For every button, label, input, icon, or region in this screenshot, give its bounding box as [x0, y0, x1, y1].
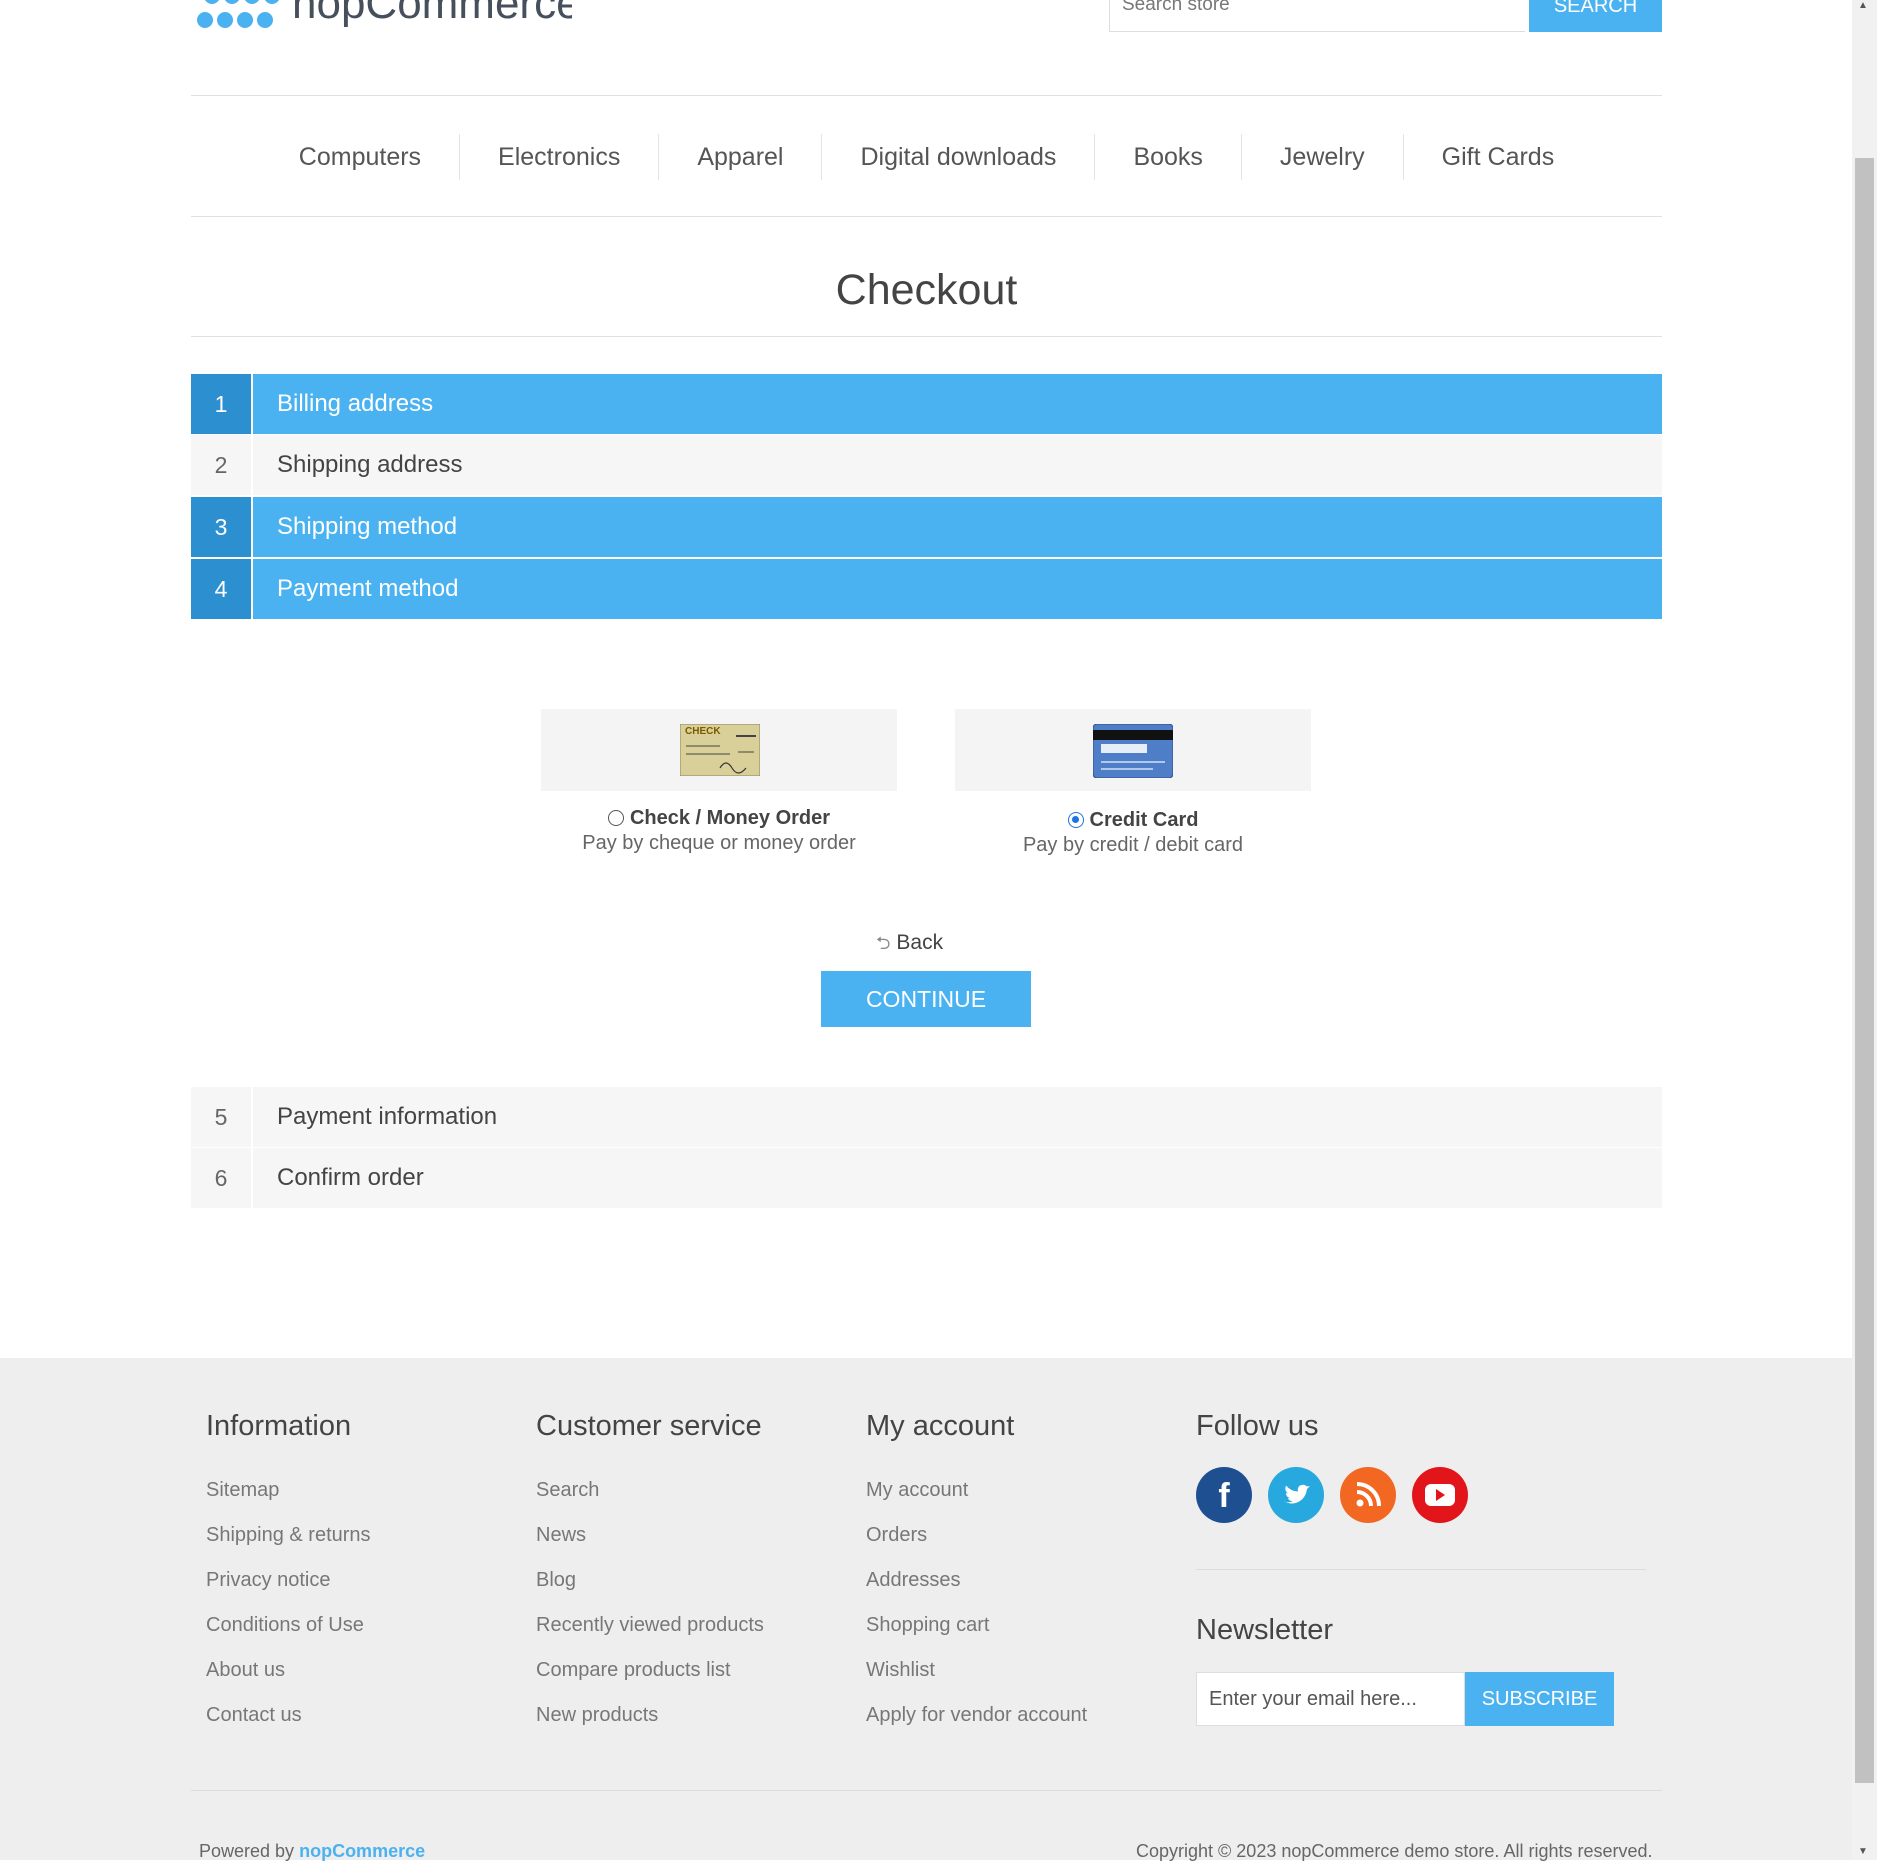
menu-item-computers[interactable]: Computers — [261, 134, 459, 180]
back-link[interactable]: ⮌ Back — [876, 931, 943, 961]
search-input[interactable]: Search store — [1109, 0, 1525, 32]
search-placeholder: Search store — [1122, 0, 1230, 15]
svg-text:CHECK: CHECK — [685, 726, 721, 737]
step-title: Payment method — [277, 575, 459, 602]
footer-link-about-us[interactable]: About us — [206, 1658, 371, 1703]
menu-item-gift-cards[interactable]: Gift Cards — [1402, 133, 1593, 180]
menu-divider — [191, 216, 1662, 217]
footer-link-orders[interactable]: Orders — [866, 1523, 1087, 1568]
step-shipping-address[interactable]: 2 Shipping address — [191, 435, 1662, 495]
footer-customer-service-list: Search News Blog Recently viewed product… — [536, 1478, 764, 1748]
step-title: Billing address — [277, 390, 434, 417]
footer-social-divider — [1196, 1569, 1646, 1570]
top-menu: Computers Electronics Apparel Digital do… — [191, 128, 1662, 185]
footer-link-blog[interactable]: Blog — [536, 1568, 764, 1613]
check-money-order-image[interactable]: CHECK — [541, 709, 897, 791]
menu-item-jewelry[interactable]: Jewelry — [1240, 133, 1403, 180]
footer-link-recently-viewed[interactable]: Recently viewed products — [536, 1613, 764, 1658]
step-number: 3 — [191, 497, 253, 557]
footer-bottom-divider — [191, 1790, 1662, 1791]
newsletter-title: Newsletter — [1196, 1614, 1333, 1646]
footer-link-search[interactable]: Search — [536, 1478, 764, 1523]
footer-my-account-list: My account Orders Addresses Shopping car… — [866, 1478, 1087, 1748]
footer-link-new-products[interactable]: New products — [536, 1703, 764, 1748]
step-billing-address[interactable]: 1 Billing address — [191, 374, 1662, 434]
footer-link-contact-us[interactable]: Contact us — [206, 1703, 371, 1748]
footer-follow-us-title: Follow us — [1196, 1410, 1319, 1442]
logo-dots-icon: nopCommerce — [197, 0, 581, 28]
step-title: Shipping address — [277, 451, 463, 478]
rss-icon[interactable] — [1340, 1467, 1396, 1523]
twitter-icon[interactable] — [1268, 1467, 1324, 1523]
youtube-icon[interactable] — [1412, 1467, 1468, 1523]
svg-text:f: f — [1218, 1477, 1230, 1515]
footer-link-privacy-notice[interactable]: Privacy notice — [206, 1568, 371, 1613]
step-number: 2 — [191, 435, 253, 495]
step-number: 5 — [191, 1087, 253, 1147]
step-number: 1 — [191, 374, 253, 434]
footer-link-news[interactable]: News — [536, 1523, 764, 1568]
check-money-order-radio[interactable] — [607, 810, 624, 826]
credit-card-description: Pay by credit / debit card — [1022, 834, 1244, 856]
page-title: Checkout — [835, 266, 1018, 314]
header-divider — [191, 95, 1662, 96]
step-number: 6 — [191, 1148, 253, 1208]
footer-link-addresses[interactable]: Addresses — [866, 1568, 1087, 1613]
back-arrow-icon: ⮌ — [876, 933, 891, 953]
step-number: 4 — [191, 559, 253, 619]
search-button[interactable]: Search — [1529, 0, 1662, 32]
newsletter-placeholder: Enter your email here... — [1209, 1688, 1417, 1710]
footer-link-shopping-cart[interactable]: Shopping cart — [866, 1613, 1087, 1658]
footer-my-account-title: My account — [866, 1410, 1015, 1442]
step-confirm-order[interactable]: 6 Confirm order — [191, 1148, 1662, 1208]
footer-customer-service-title: Customer service — [536, 1410, 762, 1442]
menu-item-electronics[interactable]: Electronics — [459, 133, 658, 180]
footer-link-compare-products[interactable]: Compare products list — [536, 1658, 764, 1703]
check-icon: CHECK — [680, 724, 760, 776]
step-title: Confirm order — [277, 1164, 424, 1191]
check-money-order-description: Pay by cheque or money order — [582, 832, 856, 854]
scroll-up-arrow-icon[interactable]: ▲ — [1858, 0, 1868, 11]
step-payment-information[interactable]: 5 Payment information — [191, 1087, 1662, 1147]
copyright-text: Copyright © 2023 nopCommerce demo store.… — [1136, 1841, 1653, 1861]
step-payment-method[interactable]: 4 Payment method — [191, 559, 1662, 619]
check-money-order-label: Check / Money Order — [629, 807, 831, 829]
credit-card-label: Credit Card — [1089, 809, 1199, 831]
footer-link-apply-vendor[interactable]: Apply for vendor account — [866, 1703, 1087, 1748]
footer-link-shipping-returns[interactable]: Shipping & returns — [206, 1523, 371, 1568]
credit-card-image[interactable] — [955, 709, 1311, 791]
footer-information-list: Sitemap Shipping & returns Privacy notic… — [206, 1478, 371, 1748]
step-title: Payment information — [277, 1103, 498, 1130]
footer-information-title: Information — [206, 1410, 352, 1442]
step-title: Shipping method — [277, 513, 458, 540]
facebook-icon[interactable]: f — [1196, 1467, 1252, 1523]
powered-by-link[interactable]: nopCommerce — [299, 1841, 425, 1861]
footer-link-my-account[interactable]: My account — [866, 1478, 1087, 1523]
footer-link-sitemap[interactable]: Sitemap — [206, 1478, 371, 1523]
credit-card-option[interactable]: Credit Card — [955, 809, 1311, 832]
subscribe-button[interactable]: Subscribe — [1465, 1672, 1614, 1726]
step-shipping-method[interactable]: 3 Shipping method — [191, 497, 1662, 557]
credit-card-icon — [1093, 724, 1173, 778]
title-divider — [191, 336, 1662, 337]
menu-item-digital-downloads[interactable]: Digital downloads — [821, 133, 1094, 180]
newsletter-email-input[interactable]: Enter your email here... — [1196, 1672, 1465, 1726]
scrollbar-thumb[interactable] — [1855, 158, 1874, 1783]
back-label: Back — [896, 931, 944, 954]
powered-by: Powered by nopCommerce — [199, 1841, 425, 1862]
footer-link-conditions-of-use[interactable]: Conditions of Use — [206, 1613, 371, 1658]
footer-link-wishlist[interactable]: Wishlist — [866, 1658, 1087, 1703]
menu-item-apparel[interactable]: Apparel — [658, 133, 821, 180]
logo[interactable]: nopCommerce — [192, 0, 581, 38]
check-money-order-option[interactable]: Check / Money Order — [541, 807, 897, 830]
logo-text: nopCommerce — [292, 0, 572, 28]
continue-button[interactable]: Continue — [821, 971, 1031, 1027]
menu-item-books[interactable]: Books — [1094, 133, 1240, 180]
scroll-down-arrow-icon[interactable]: ▼ — [1858, 1846, 1868, 1857]
powered-by-prefix: Powered by — [199, 1841, 295, 1861]
credit-card-radio[interactable] — [1067, 812, 1084, 828]
